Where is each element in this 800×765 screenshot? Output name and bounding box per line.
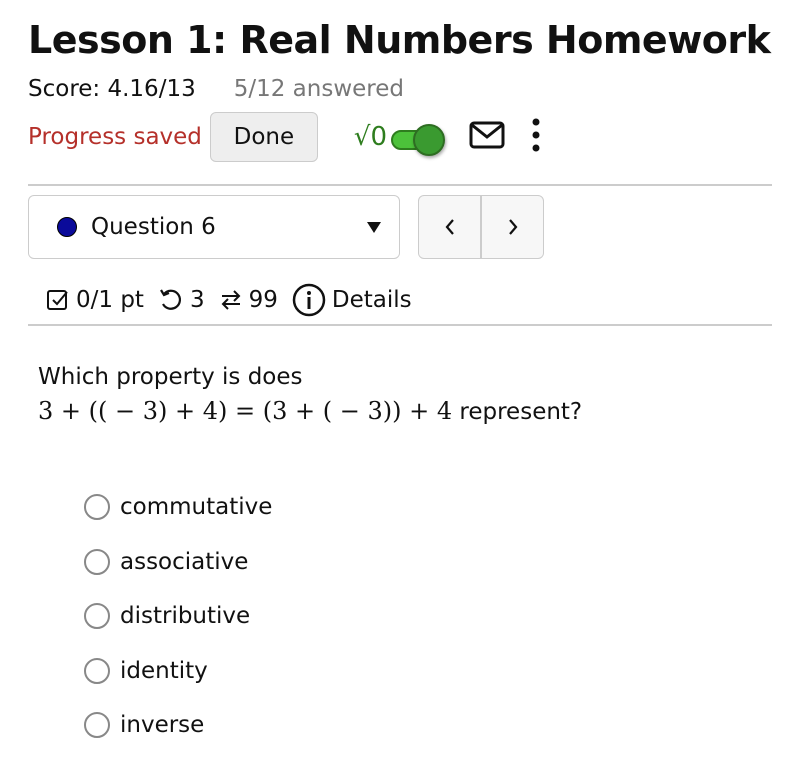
option-label: associative [120, 548, 249, 575]
toolbar: Progress saved Done √0 [28, 112, 541, 162]
score: Score: 4.16/13 [28, 76, 196, 102]
question-nav [418, 195, 544, 259]
toggle-knob [413, 124, 446, 156]
next-question-button[interactable] [480, 196, 543, 258]
answer-option[interactable]: commutative [84, 480, 272, 535]
question-select[interactable]: Question 6 [28, 195, 400, 259]
radio-button[interactable] [84, 603, 110, 630]
retries-count: 3 [189, 287, 205, 313]
attempts-icon [219, 287, 243, 313]
divider [28, 324, 772, 326]
chevron-down-icon [367, 222, 381, 233]
divider [28, 184, 772, 186]
page-title: Lesson 1: Real Numbers Homework [28, 18, 771, 62]
radio-button[interactable] [84, 494, 110, 521]
answer-option[interactable]: inverse [84, 698, 272, 753]
question-meta: 0/1 pt 3 99 Details [46, 283, 426, 317]
chevron-right-icon [508, 219, 517, 235]
more-options-icon[interactable] [531, 118, 541, 156]
answered-count: 5/12 answered [233, 76, 404, 102]
score-row: Score: 4.16/13 5/12 answered [28, 76, 404, 102]
option-label: commutative [120, 494, 273, 521]
math-expression: 3 + (( − 3) + 4) = (3 + ( − 3)) + 4 [38, 397, 453, 425]
radio-button[interactable] [84, 548, 110, 575]
question-status-dot [57, 217, 77, 237]
mail-icon[interactable] [469, 121, 505, 153]
answer-options: commutative associative distributive ide… [84, 480, 272, 753]
details-link[interactable]: Details [332, 287, 412, 313]
answer-option[interactable]: identity [84, 644, 272, 699]
toggle-switch[interactable] [391, 124, 446, 156]
retry-icon [158, 288, 184, 312]
attempts-count: 99 [248, 287, 278, 313]
done-button[interactable]: Done [209, 112, 318, 162]
info-icon[interactable] [292, 283, 326, 317]
question-suffix: represent? [452, 399, 583, 425]
checkbox-check-icon [46, 288, 70, 312]
answer-option[interactable]: distributive [84, 589, 272, 644]
question-expression-line: 3 + (( − 3) + 4) = (3 + ( − 3)) + 4 repr… [38, 394, 582, 429]
progress-status: Progress saved [28, 124, 202, 150]
previous-question-button[interactable] [419, 196, 480, 258]
option-label: identity [120, 657, 208, 684]
option-label: distributive [120, 603, 251, 630]
radio-button[interactable] [84, 657, 110, 684]
option-label: inverse [120, 712, 205, 739]
radio-button[interactable] [84, 712, 110, 739]
chevron-left-icon [445, 219, 454, 235]
question-text: Which property is does 3 + (( − 3) + 4) … [38, 360, 582, 429]
sqrt-icon: √0 [353, 122, 388, 152]
question-select-label: Question 6 [91, 214, 216, 240]
points: 0/1 pt [76, 287, 144, 313]
question-prompt: Which property is does [38, 364, 303, 390]
math-entry-toggle[interactable]: √0 [353, 122, 446, 156]
answer-option[interactable]: associative [84, 535, 272, 590]
